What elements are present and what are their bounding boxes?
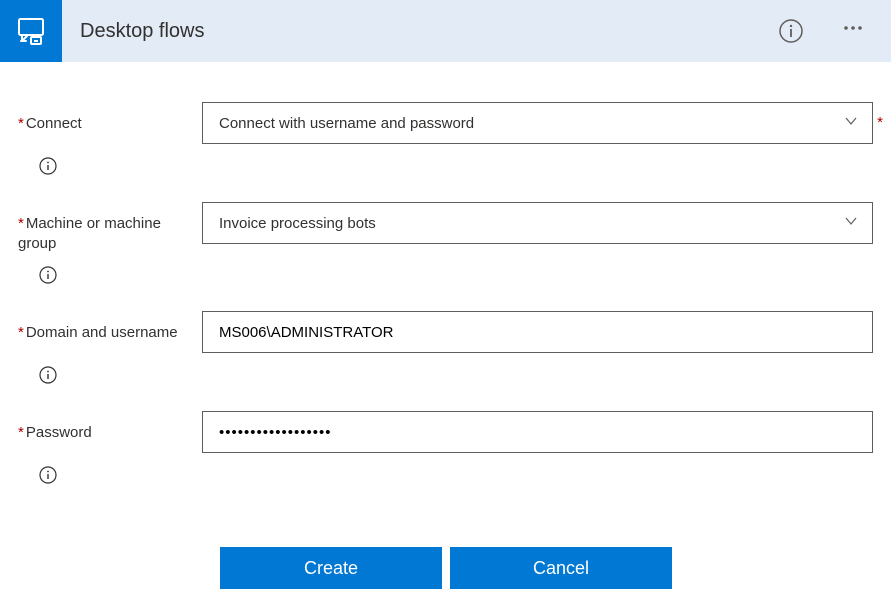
machine-dropdown-value: Invoice processing bots	[219, 215, 376, 232]
more-options-button[interactable]	[835, 10, 871, 52]
connect-help-icon[interactable]	[38, 156, 58, 176]
cancel-button[interactable]: Cancel	[450, 547, 672, 589]
domain-label: *Domain and username	[18, 311, 202, 343]
connect-label: *Connect	[18, 102, 202, 134]
connect-dropdown-value: Connect with username and password	[219, 115, 474, 132]
footer-actions: Create Cancel	[18, 547, 873, 589]
header-title: Desktop flows	[80, 20, 777, 43]
password-input[interactable]	[202, 411, 873, 453]
form-area: *Connect Connect with username and passw…	[0, 62, 891, 589]
password-help-icon[interactable]	[38, 465, 58, 485]
chevron-down-icon	[844, 114, 858, 132]
machine-help-icon[interactable]	[38, 265, 58, 285]
password-label: *Password	[18, 411, 202, 443]
machine-label: *Machine or machine group	[18, 202, 202, 253]
connect-dropdown[interactable]: Connect with username and password	[202, 102, 873, 144]
machine-dropdown[interactable]: Invoice processing bots	[202, 202, 873, 244]
required-indicator: *	[877, 114, 883, 131]
connector-icon	[0, 0, 62, 62]
chevron-down-icon	[844, 214, 858, 232]
create-button[interactable]: Create	[220, 547, 442, 589]
domain-username-input[interactable]	[202, 311, 873, 353]
info-icon[interactable]	[777, 17, 805, 45]
domain-help-icon[interactable]	[38, 365, 58, 385]
header-bar: Desktop flows	[0, 0, 891, 62]
